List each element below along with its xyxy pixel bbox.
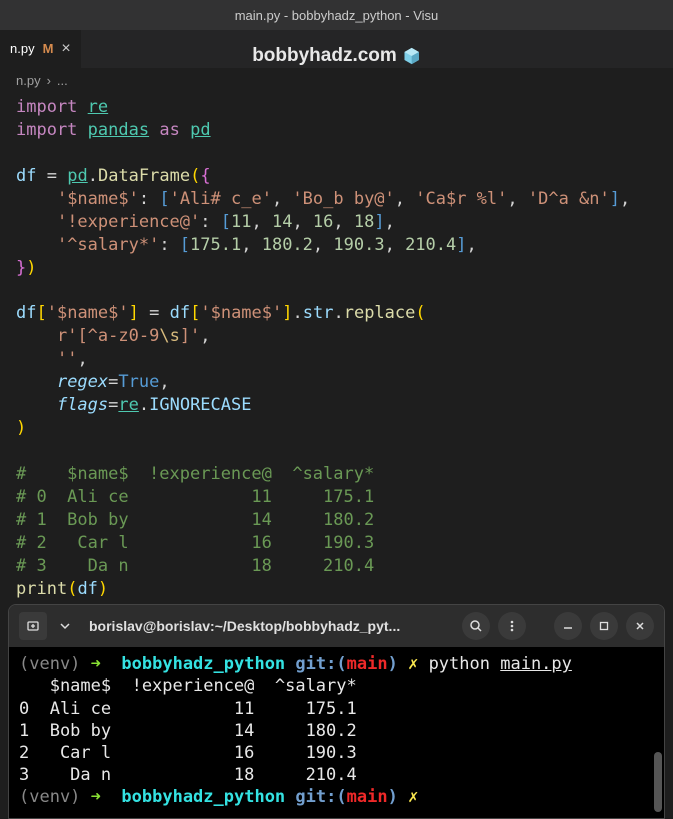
breadcrumb[interactable]: n.py › ...	[0, 68, 673, 92]
menu-button[interactable]	[498, 612, 526, 640]
close-button[interactable]	[626, 612, 654, 640]
terminal-titlebar: borislav@borislav:~/Desktop/bobbyhadz_py…	[9, 605, 664, 647]
terminal-title: borislav@borislav:~/Desktop/bobbyhadz_py…	[89, 618, 454, 634]
cube-icon	[403, 47, 421, 65]
window-title-bar: main.py - bobbyhadz_python - Visu	[0, 0, 673, 30]
dropdown-button[interactable]	[55, 612, 75, 640]
breadcrumb-more: ...	[57, 73, 68, 88]
window-title: main.py - bobbyhadz_python - Visu	[235, 8, 439, 23]
new-tab-button[interactable]	[19, 612, 47, 640]
maximize-button[interactable]	[590, 612, 618, 640]
terminal-scrollbar[interactable]	[654, 752, 662, 812]
terminal-output[interactable]: (venv) ➜ bobbyhadz_python git:(main) ✗ p…	[9, 647, 664, 818]
tab-main-py[interactable]: n.py M ×	[0, 30, 81, 68]
close-icon[interactable]: ×	[61, 40, 70, 58]
breadcrumb-file: n.py	[16, 73, 41, 88]
minimize-button[interactable]	[554, 612, 582, 640]
chevron-right-icon: ›	[47, 73, 51, 88]
tab-filename: n.py	[10, 41, 35, 56]
terminal-window: borislav@borislav:~/Desktop/bobbyhadz_py…	[8, 604, 665, 819]
tab-modified-indicator: M	[43, 41, 54, 56]
code-editor[interactable]: import re import pandas as pd df = pd.Da…	[0, 92, 673, 605]
watermark: bobbyhadz.com	[252, 45, 421, 67]
search-button[interactable]	[462, 612, 490, 640]
